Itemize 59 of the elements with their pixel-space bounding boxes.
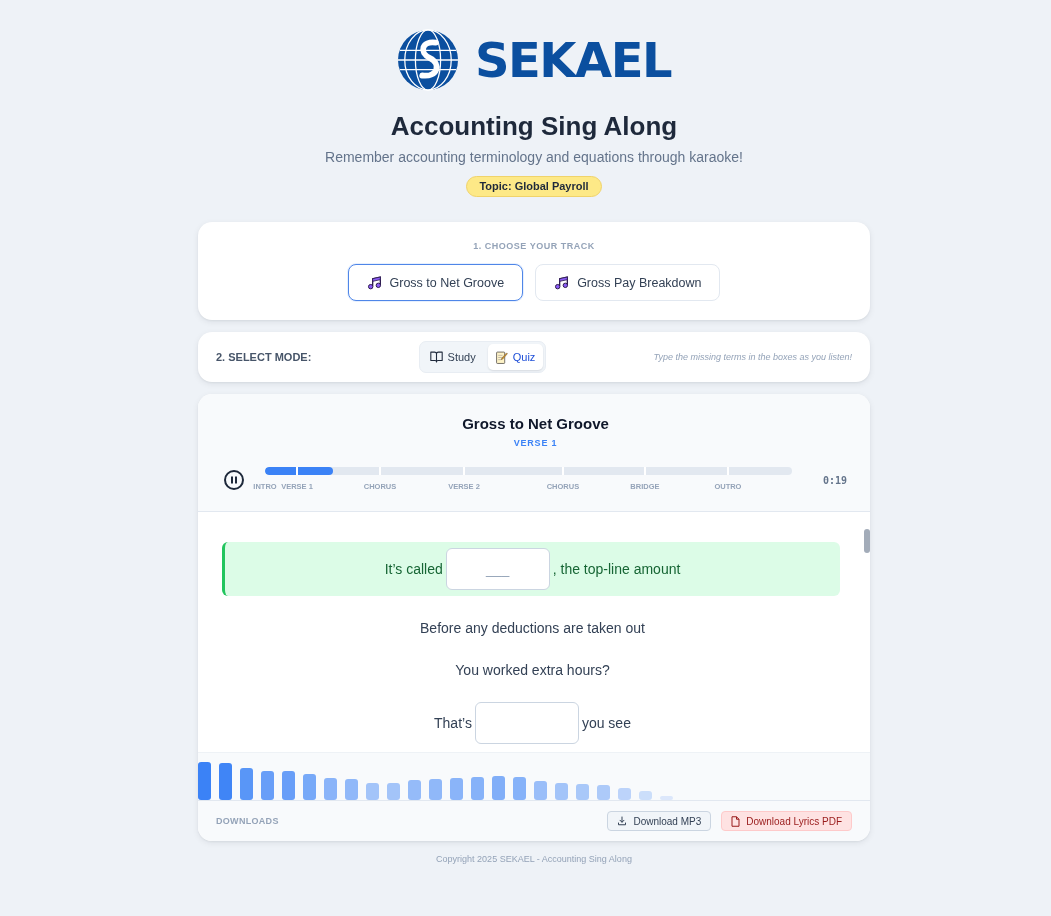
lyric-text: That’s bbox=[434, 714, 472, 733]
music-note-icon bbox=[554, 274, 571, 291]
copyright-text: Copyright 2025 SEKAEL - Accounting Sing Along bbox=[436, 853, 632, 865]
track-button[interactable]: Gross to Net Groove bbox=[347, 264, 524, 301]
visualizer-bar bbox=[261, 771, 274, 800]
visualizer-bar bbox=[303, 774, 316, 800]
downloads-heading: DOWNLOADS bbox=[216, 816, 279, 826]
visualizer-bar bbox=[240, 768, 253, 800]
mode-tab[interactable]: Quiz bbox=[487, 344, 544, 370]
visualizer-bar bbox=[597, 785, 610, 800]
pause-icon bbox=[224, 470, 244, 490]
logo-wordmark: SEKAEL bbox=[474, 36, 672, 84]
visualizer-bar bbox=[513, 777, 526, 800]
step-heading: 2. SELECT MODE: bbox=[216, 351, 312, 363]
scrollbar-thumb[interactable] bbox=[864, 529, 870, 553]
download-button[interactable]: Download MP3 bbox=[607, 811, 712, 831]
visualizer-bar bbox=[534, 781, 547, 800]
visualizer-bar bbox=[429, 779, 442, 800]
notepad-pencil-icon bbox=[495, 350, 508, 364]
visualizer-bar bbox=[408, 780, 421, 800]
mode-tab[interactable]: Study bbox=[421, 344, 484, 370]
book-icon bbox=[429, 351, 443, 363]
progress-track[interactable] bbox=[265, 467, 792, 475]
answer-input[interactable] bbox=[474, 702, 579, 744]
visualizer-bar bbox=[576, 784, 589, 800]
visualizer-bar bbox=[282, 771, 295, 800]
visualizer-bar bbox=[471, 777, 484, 800]
page-title: Accounting Sing Along bbox=[390, 110, 678, 142]
visualizer-bar bbox=[366, 783, 379, 800]
answer-input[interactable]: ___ bbox=[445, 548, 550, 590]
current-section: VERSE 1 bbox=[513, 437, 558, 449]
download-button[interactable]: Download Lyrics PDF bbox=[721, 811, 852, 831]
lyric-text: , the top-line amount bbox=[552, 560, 681, 579]
globe-logo-icon bbox=[396, 29, 459, 91]
lyric-text: you see bbox=[581, 714, 631, 733]
lyric-text: It’s called bbox=[384, 560, 443, 579]
visualizer-bar bbox=[345, 779, 358, 800]
visualizer-bar bbox=[492, 776, 505, 800]
visualizer-bar bbox=[198, 762, 211, 800]
visualizer-bar bbox=[219, 763, 232, 800]
page-subtitle: Remember accounting terminology and equations through karaoke! bbox=[325, 148, 743, 167]
music-note-icon bbox=[366, 274, 383, 291]
visualizer-bar bbox=[639, 791, 652, 800]
song-title: Gross to Net Groove bbox=[462, 414, 609, 434]
visualizer-bar bbox=[618, 788, 631, 800]
elapsed-time: 0:19 bbox=[822, 474, 847, 486]
visualizer-bar bbox=[450, 778, 463, 800]
pause-button[interactable] bbox=[224, 470, 244, 490]
visualizer-bar bbox=[555, 783, 568, 800]
lyric-text: Before any deductions are taken out bbox=[420, 619, 645, 638]
file-icon bbox=[731, 815, 741, 827]
visualizer-bar bbox=[387, 783, 400, 800]
step-heading: 1. CHOOSE YOUR TRACK bbox=[473, 240, 595, 252]
track-button[interactable]: Gross Pay Breakdown bbox=[535, 264, 721, 301]
download-icon bbox=[617, 816, 628, 826]
visualizer-bar bbox=[324, 778, 337, 800]
lyric-text: You worked extra hours? bbox=[455, 661, 610, 680]
topic-badge: Topic: Global Payroll bbox=[466, 176, 602, 197]
mode-hint: Type the missing terms in the boxes as you listen! bbox=[653, 352, 852, 362]
